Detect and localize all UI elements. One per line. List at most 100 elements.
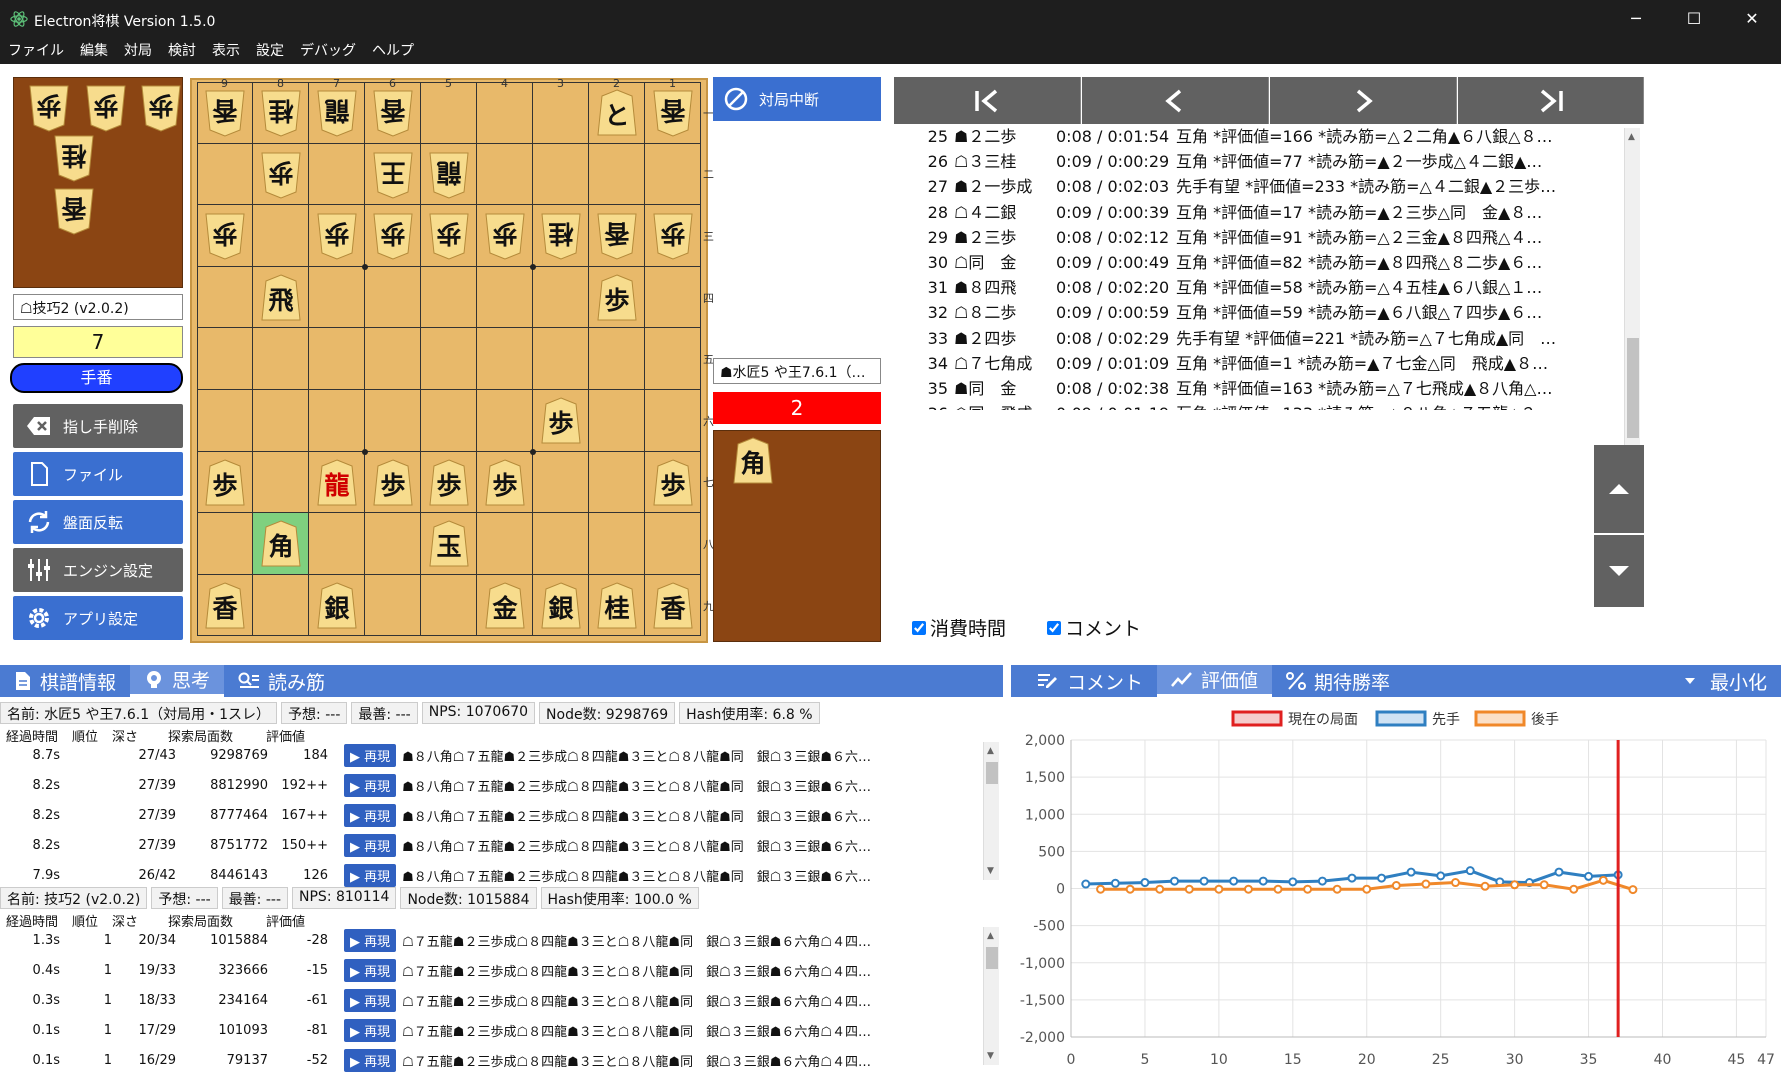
engine-scrollbar[interactable]: ▲ ▼: [983, 742, 999, 880]
board-piece[interactable]: 龍: [315, 88, 359, 138]
move-row[interactable]: 28 ☖４二銀 0:09 / 0:00:39 互角 *評価値=17 *読み筋=▲２三歩…: [894, 200, 1624, 225]
prev-move-button[interactable]: [1082, 77, 1269, 124]
board-square[interactable]: [253, 451, 309, 514]
board-piece[interactable]: 歩: [483, 458, 527, 508]
file-button[interactable]: ファイル: [13, 452, 183, 496]
menu-analysis[interactable]: 検討: [168, 38, 196, 64]
move-row[interactable]: 36☖同 飛成0:09 / 0:01:19互角 *評価値=133 *読み筋=▲８…: [894, 401, 1624, 410]
board-piece[interactable]: 歩: [651, 211, 695, 261]
board-square[interactable]: [421, 266, 477, 329]
board-square[interactable]: [253, 390, 309, 452]
move-row[interactable]: 34 ☖７七角成 0:09 / 0:01:09 互角 *評価値=1 *読み筋=▲７七金…: [894, 351, 1624, 376]
board-square[interactable]: [477, 328, 533, 390]
replay-button[interactable]: ▶ 再現: [344, 863, 397, 887]
board-square[interactable]: [365, 390, 421, 452]
replay-button[interactable]: ▶ 再現: [344, 1018, 397, 1042]
move-row[interactable]: 27 ☗２一歩成 0:08 / 0:02:03 先手有望 *評価値=233 *読み筋=…: [894, 174, 1624, 199]
board-piece[interactable]: 歩: [203, 211, 247, 261]
delete-move-button[interactable]: 指し手削除: [13, 404, 183, 448]
menu-settings[interactable]: 設定: [256, 38, 284, 64]
move-list-scrollbar[interactable]: ▲ ▼: [1624, 128, 1640, 458]
board-square[interactable]: [477, 266, 533, 329]
engine-scrollbar[interactable]: ▲ ▼: [983, 927, 999, 1065]
move-row[interactable]: 33 ☗２四歩 0:08 / 0:02:29 先手有望 *評価値=221 *読み筋=△…: [894, 326, 1624, 351]
board-square[interactable]: [589, 513, 645, 575]
menu-game[interactable]: 対局: [124, 38, 152, 64]
replay-button[interactable]: ▶ 再現: [344, 988, 397, 1012]
board-piece[interactable]: 歩: [203, 458, 247, 508]
board-piece[interactable]: 桂: [595, 581, 639, 631]
evaluation-chart[interactable]: 現在の局面 先手 後手 2,000 1,500 1,000 500 0 -500 -1,000 -1…: [1011, 700, 1781, 1071]
board-square[interactable]: [197, 390, 253, 452]
board-square[interactable]: [309, 266, 365, 329]
interrupt-game-button[interactable]: 対局中断: [713, 77, 881, 121]
board-square[interactable]: [533, 266, 589, 329]
board-square[interactable]: [589, 451, 645, 514]
board-square[interactable]: [645, 513, 701, 575]
scroll-up-button[interactable]: [1594, 445, 1644, 533]
menu-view[interactable]: 表示: [212, 38, 240, 64]
replay-button[interactable]: ▶ 再現: [344, 928, 397, 952]
board-piece[interactable]: 玉: [427, 519, 471, 569]
tab-thinking[interactable]: 思考: [130, 665, 225, 697]
shogi-board[interactable]: 香桂龍香と香歩王龍歩歩歩歩歩桂香歩飛歩歩歩龍歩歩歩歩角玉香銀金銀桂香987654…: [190, 77, 714, 643]
last-move-button[interactable]: [1458, 77, 1644, 124]
show-time-checkbox[interactable]: 消費時間: [912, 614, 1006, 641]
board-square[interactable]: [421, 328, 477, 390]
gote-hand-piece[interactable]: 歩: [84, 83, 128, 133]
board-piece[interactable]: 王: [371, 150, 415, 200]
sente-hand-piece[interactable]: 角: [731, 436, 775, 486]
board-square[interactable]: [477, 82, 533, 144]
board-square[interactable]: [533, 82, 589, 144]
board-square[interactable]: [589, 328, 645, 390]
board-square[interactable]: [365, 574, 421, 637]
tab-pv[interactable]: 読み筋: [224, 665, 339, 697]
menu-help[interactable]: ヘルプ: [372, 38, 414, 64]
board-square[interactable]: [309, 328, 365, 390]
board-piece[interactable]: 歩: [651, 458, 695, 508]
board-piece[interactable]: 歩: [427, 211, 471, 261]
board-piece[interactable]: 香: [651, 88, 695, 138]
menu-file[interactable]: ファイル: [8, 38, 64, 64]
board-piece[interactable]: 香: [651, 581, 695, 631]
board-piece[interactable]: 龍: [427, 150, 471, 200]
replay-button[interactable]: ▶ 再現: [344, 833, 397, 857]
board-grid[interactable]: 香桂龍香と香歩王龍歩歩歩歩歩桂香歩飛歩歩歩龍歩歩歩歩角玉香銀金銀桂香987654…: [197, 77, 714, 638]
board-piece[interactable]: 歩: [259, 150, 303, 200]
move-row[interactable]: 25 ☗２二歩 0:08 / 0:01:54 互角 *評価値=166 *読み筋=△２二…: [894, 124, 1624, 149]
board-piece[interactable]: と: [595, 88, 639, 138]
board-square[interactable]: [477, 143, 533, 206]
board-piece[interactable]: 角: [259, 519, 303, 569]
board-piece[interactable]: 金: [483, 581, 527, 631]
menu-edit[interactable]: 編集: [80, 38, 108, 64]
board-piece[interactable]: 歩: [483, 211, 527, 261]
board-square[interactable]: [477, 513, 533, 575]
board-square[interactable]: [253, 328, 309, 390]
board-square[interactable]: [365, 513, 421, 575]
board-piece[interactable]: 香: [203, 88, 247, 138]
board-piece[interactable]: 歩: [371, 211, 415, 261]
tab-record-info[interactable]: 棋譜情報: [0, 665, 130, 697]
close-window-button[interactable]: ✕: [1723, 0, 1781, 38]
board-square[interactable]: [197, 143, 253, 206]
board-square[interactable]: [645, 143, 701, 206]
board-piece[interactable]: 歩: [371, 458, 415, 508]
board-square[interactable]: [589, 143, 645, 206]
board-piece[interactable]: 銀: [315, 581, 359, 631]
replay-button[interactable]: ▶ 再現: [344, 803, 397, 827]
move-list[interactable]: 25 ☗２二歩 0:08 / 0:01:54 互角 *評価値=166 *読み筋=△２二…: [894, 124, 1624, 410]
app-settings-button[interactable]: アプリ設定: [13, 596, 183, 640]
board-piece[interactable]: 銀: [539, 581, 583, 631]
gote-hand-piece[interactable]: 香: [52, 186, 96, 236]
minimize-panel-button[interactable]: 最小化: [1684, 668, 1767, 695]
gote-piece-stand[interactable]: 歩 歩 歩桂香: [13, 77, 183, 288]
board-piece[interactable]: 香: [371, 88, 415, 138]
board-piece[interactable]: 歩: [595, 273, 639, 323]
board-square[interactable]: [477, 390, 533, 452]
gote-hand-piece[interactable]: 歩: [139, 83, 183, 133]
move-row[interactable]: 35 ☗同 金 0:08 / 0:02:38 互角 *評価値=163 *読み筋=△７七…: [894, 376, 1624, 401]
board-square[interactable]: [421, 574, 477, 637]
board-piece[interactable]: 飛: [259, 273, 303, 323]
board-piece[interactable]: 龍: [315, 458, 359, 508]
board-square[interactable]: [589, 390, 645, 452]
